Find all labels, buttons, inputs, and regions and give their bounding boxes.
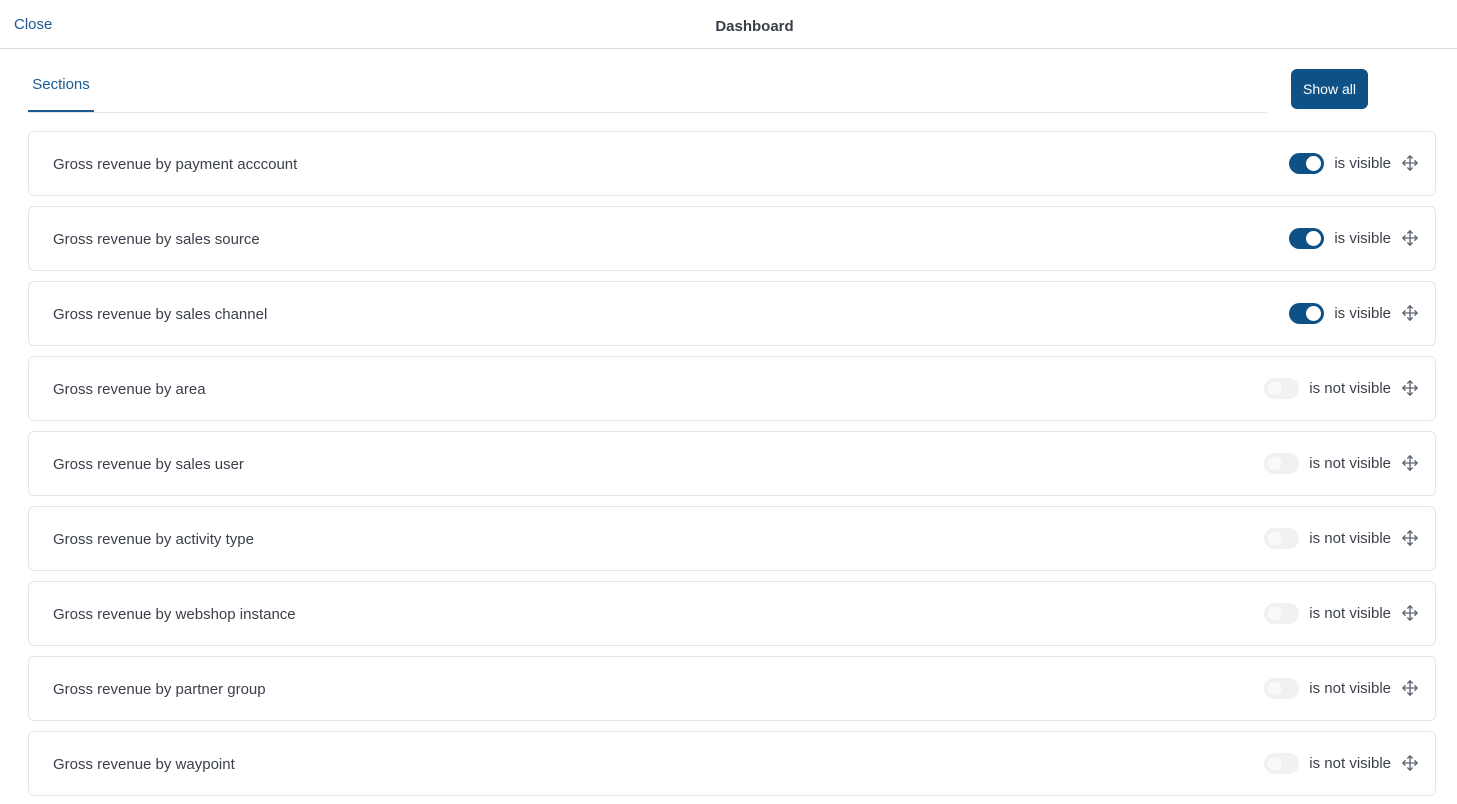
visibility-toggle[interactable] <box>1289 227 1325 249</box>
page-title: Dashboard <box>715 18 794 35</box>
section-row: Gross revenue by payment acccount is visi… <box>28 131 1436 196</box>
visibility-status: is not visible <box>1309 604 1391 622</box>
section-row: Gross revenue by sales user is not visibl… <box>28 431 1436 496</box>
section-row: Gross revenue by activity type is not vis… <box>28 506 1436 571</box>
move-arrows-icon[interactable] <box>1401 754 1419 772</box>
section-label: Gross revenue by activity type <box>53 531 254 548</box>
top-bar: Close Dashboard <box>0 0 1457 49</box>
section-controls: is not visible <box>1264 451 1419 475</box>
section-row: Gross revenue by webshop instance is not … <box>28 581 1436 646</box>
section-row: Gross revenue by partner group is not vis… <box>28 656 1436 721</box>
section-label: Gross revenue by area <box>53 381 206 398</box>
section-row: Gross revenue by sales channel is visible <box>28 281 1436 346</box>
section-row: Gross revenue by area is not visible <box>28 356 1436 421</box>
visibility-toggle[interactable] <box>1289 152 1325 174</box>
visibility-status: is not visible <box>1309 754 1391 772</box>
visibility-toggle[interactable] <box>1289 302 1325 324</box>
visibility-toggle[interactable] <box>1264 452 1300 474</box>
section-label: Gross revenue by waypoint <box>53 756 235 773</box>
section-controls: is visible <box>1289 151 1419 175</box>
visibility-status: is visible <box>1334 304 1391 322</box>
section-controls: is visible <box>1289 226 1419 250</box>
tab-bar: Sections <box>28 66 1267 113</box>
tab-sections[interactable]: Sections <box>28 66 94 112</box>
visibility-status: is not visible <box>1309 454 1391 472</box>
move-arrows-icon[interactable] <box>1401 604 1419 622</box>
move-arrows-icon[interactable] <box>1401 529 1419 547</box>
toggle-knob <box>1267 755 1283 771</box>
visibility-status: is visible <box>1334 154 1391 172</box>
move-arrows-icon[interactable] <box>1401 679 1419 697</box>
toggle-knob <box>1306 305 1322 321</box>
section-label: Gross revenue by webshop instance <box>53 606 296 623</box>
visibility-status: is not visible <box>1309 379 1391 397</box>
section-label: Gross revenue by payment acccount <box>53 156 298 173</box>
section-controls: is visible <box>1289 301 1419 325</box>
visibility-toggle[interactable] <box>1264 752 1300 774</box>
visibility-toggle[interactable] <box>1264 677 1300 699</box>
section-row: Gross revenue by sales source is visible <box>28 206 1436 271</box>
section-label: Gross revenue by sales channel <box>53 306 268 323</box>
visibility-status: is not visible <box>1309 529 1391 547</box>
section-controls: is not visible <box>1264 526 1419 550</box>
move-arrows-icon[interactable] <box>1401 229 1419 247</box>
visibility-toggle[interactable] <box>1264 377 1300 399</box>
visibility-status: is visible <box>1334 229 1391 247</box>
section-row: Gross revenue by waypoint is not visible <box>28 731 1436 796</box>
move-arrows-icon[interactable] <box>1401 154 1419 172</box>
section-label: Gross revenue by sales user <box>53 456 244 473</box>
section-list: Gross revenue by payment acccount is visi… <box>28 131 1436 804</box>
toggle-knob <box>1306 230 1322 246</box>
toggle-knob <box>1267 605 1283 621</box>
visibility-toggle[interactable] <box>1264 602 1300 624</box>
visibility-status: is not visible <box>1309 679 1391 697</box>
section-controls: is not visible <box>1264 601 1419 625</box>
toggle-knob <box>1267 680 1283 696</box>
section-controls: is not visible <box>1264 376 1419 400</box>
visibility-toggle[interactable] <box>1264 527 1300 549</box>
section-controls: is not visible <box>1264 751 1419 775</box>
toggle-knob <box>1267 455 1283 471</box>
move-arrows-icon[interactable] <box>1401 379 1419 397</box>
section-label: Gross revenue by sales source <box>53 231 260 248</box>
section-label: Gross revenue by partner group <box>53 681 266 698</box>
show-all-button[interactable]: Show all <box>1291 69 1368 109</box>
move-arrows-icon[interactable] <box>1401 304 1419 322</box>
move-arrows-icon[interactable] <box>1401 454 1419 472</box>
toggle-knob <box>1267 530 1283 546</box>
toggle-knob <box>1267 380 1283 396</box>
section-controls: is not visible <box>1264 676 1419 700</box>
toggle-knob <box>1306 155 1322 171</box>
